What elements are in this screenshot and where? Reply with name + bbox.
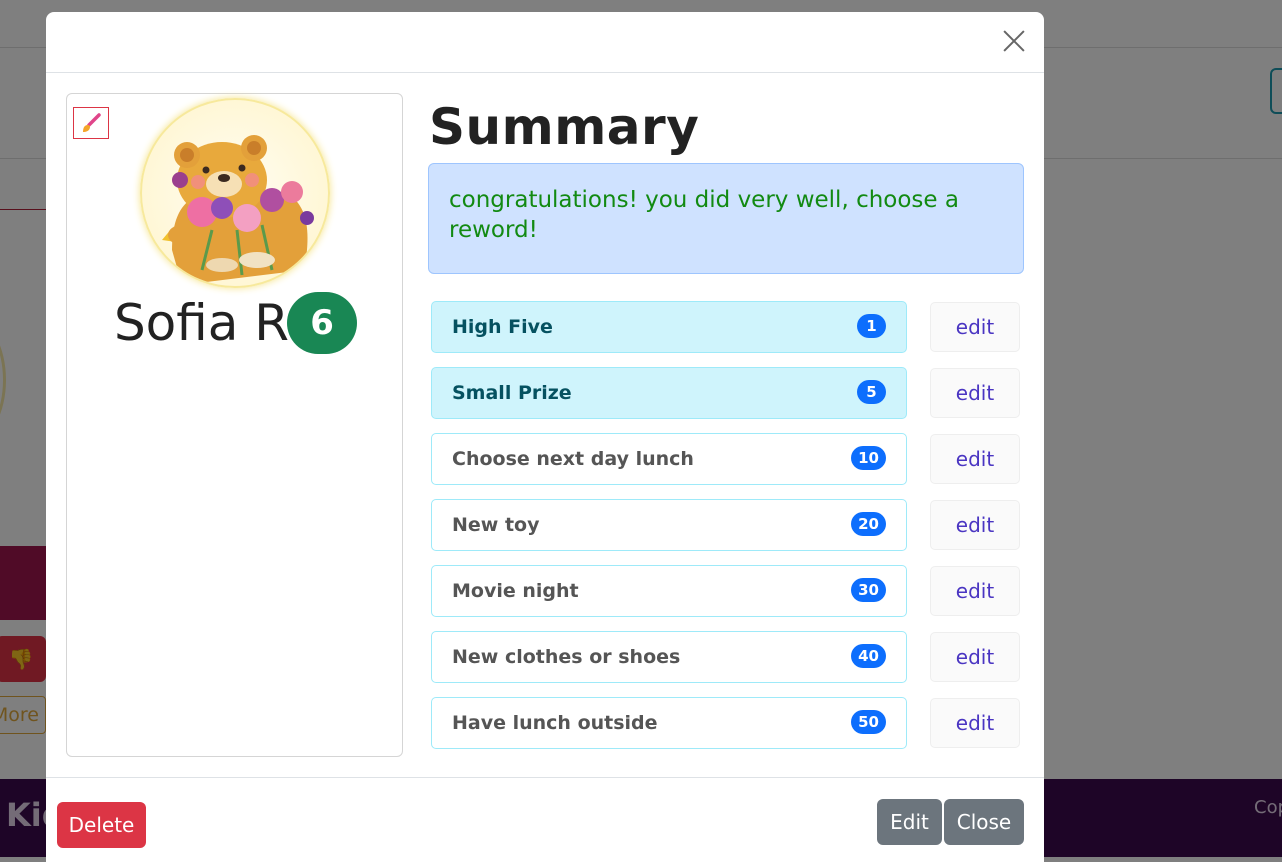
summary-title: Summary [429,98,700,156]
reward-points-badge: 50 [851,710,886,734]
modal-header [46,12,1044,73]
score-badge: 6 [287,292,358,354]
reward-row: New toy 20 edit [431,499,1021,551]
profile-card: Sofia R 6 [66,93,403,757]
congratulations-alert: congratulations! you did very well, choo… [428,163,1024,274]
reward-row: Have lunch outside 50 edit [431,697,1021,749]
edit-reward-button[interactable]: edit [930,302,1020,352]
close-icon[interactable] [1002,29,1026,53]
close-button[interactable]: Close [944,799,1024,845]
edit-reward-button[interactable]: edit [930,368,1020,418]
reward-item-small-prize[interactable]: Small Prize 5 [431,367,907,419]
delete-button[interactable]: Delete [57,802,146,848]
reward-points-badge: 20 [851,512,886,536]
reward-label: New clothes or shoes [452,646,681,668]
reward-item-new-toy[interactable]: New toy 20 [431,499,907,551]
reward-row: New clothes or shoes 40 edit [431,631,1021,683]
modal-footer: Delete Edit Close [46,777,1044,862]
reward-label: Have lunch outside [452,712,658,734]
reward-row: High Five 1 edit [431,301,1021,353]
reward-label: High Five [452,316,553,338]
paintbrush-icon [83,113,101,132]
reward-label: Small Prize [452,382,572,404]
edit-avatar-button[interactable] [73,107,109,139]
reward-item-movie-night[interactable]: Movie night 30 [431,565,907,617]
reward-points-badge: 1 [857,314,886,338]
reward-points-badge: 30 [851,578,886,602]
reward-item-choose-next-day-lunch[interactable]: Choose next day lunch 10 [431,433,907,485]
reward-points-badge: 5 [857,380,886,404]
kid-avatar [140,98,330,288]
reward-label: New toy [452,514,540,536]
edit-reward-button[interactable]: edit [930,698,1020,748]
reward-points-badge: 40 [851,644,886,668]
edit-button[interactable]: Edit [877,799,942,845]
edit-reward-button[interactable]: edit [930,500,1020,550]
reward-item-high-five[interactable]: High Five 1 [431,301,907,353]
reward-label: Movie night [452,580,579,602]
profile-name-row: Sofia R 6 [67,292,404,354]
reward-row: Choose next day lunch 10 edit [431,433,1021,485]
kid-name: Sofia R [113,294,290,352]
edit-reward-button[interactable]: edit [930,632,1020,682]
edit-reward-button[interactable]: edit [930,566,1020,616]
reward-item-new-clothes-or-shoes[interactable]: New clothes or shoes 40 [431,631,907,683]
reward-row: Small Prize 5 edit [431,367,1021,419]
reward-label: Choose next day lunch [452,448,694,470]
reward-item-have-lunch-outside[interactable]: Have lunch outside 50 [431,697,907,749]
edit-reward-button[interactable]: edit [930,434,1020,484]
reward-points-badge: 10 [851,446,886,470]
bear-with-flowers-icon [162,135,314,285]
kid-summary-modal: Sofia R 6 Summary congratulations! you d… [46,12,1044,862]
reward-row: Movie night 30 edit [431,565,1021,617]
